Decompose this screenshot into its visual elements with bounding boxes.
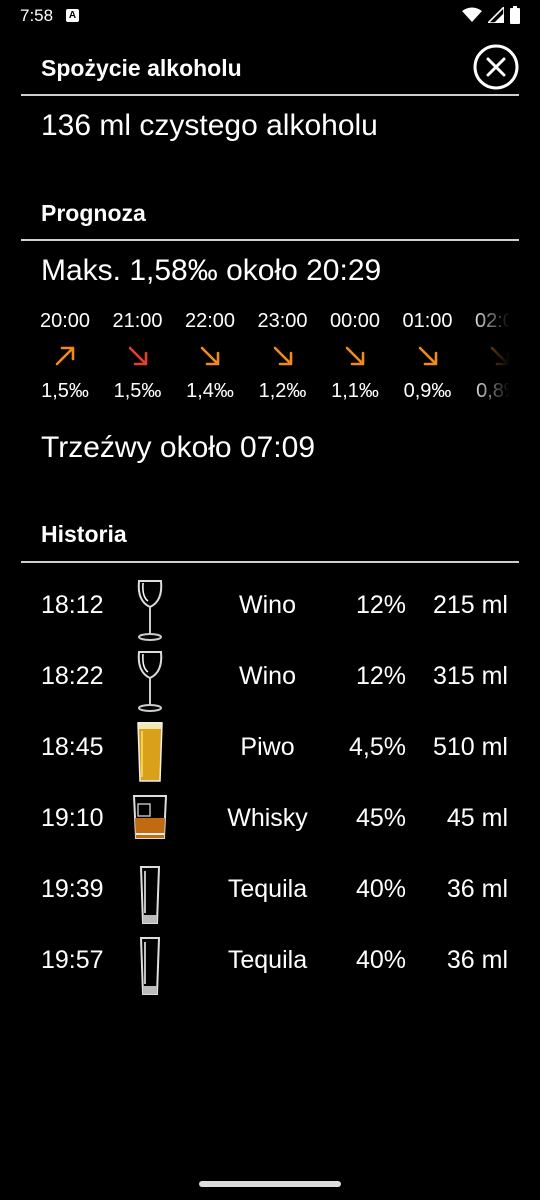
history-row[interactable]: 18:12 Wino 12% 215 ml [0,572,540,642]
history-time: 18:22 [41,662,104,690]
forecast-strip[interactable]: 20:00 1,5‰ 21:00 1,5‰ 22:00 1,4‰ 23:00 1,2‰ 00:0… [0,306,510,416]
history-time: 19:10 [41,804,104,832]
history-row[interactable]: 19:57 Tequila 40% 36 ml [0,927,540,997]
forecast-time: 22:00 [184,310,236,332]
beer-glass-icon [130,719,170,785]
forecast-divider [21,239,519,241]
status-icons [462,6,520,24]
history-volume: 215 ml [432,591,508,619]
wifi-icon [462,7,482,22]
forecast-value: 1,4‰ [186,380,234,402]
history-row[interactable]: 18:45 Piwo 4,5% 510 ml [0,714,540,784]
history-drink-name: Wino [239,591,296,619]
forecast-fade [470,306,510,416]
shot-glass-icon [130,932,170,998]
consumption-text: 136 ml czystego alkoholu [41,109,378,142]
forecast-value: 1,5‰ [113,380,162,402]
status-time: 7:58 [20,6,54,25]
history-volume: 315 ml [432,662,508,690]
forecast-time: 01:00 [402,310,453,332]
history-drink-name: Wino [239,662,296,690]
forecast-time: 23:00 [257,310,308,332]
forecast-value: 1,5‰ [41,380,89,402]
history-drink-name: Whisky [227,804,308,832]
forecast-title: Prognoza [41,200,146,226]
sober-text: Trzeźwy około 07:09 [41,431,316,464]
close-icon [473,44,519,90]
history-drink-name: Piwo [240,733,295,761]
trend-down-arrow-icon [320,336,390,376]
history-time: 18:45 [41,733,104,761]
forecast-time: 00:00 [329,310,381,332]
history-percent: 4,5% [349,733,406,761]
forecast-item: 21:00 1,5‰ [103,306,173,406]
history-drink-name: Tequila [227,875,308,903]
trend-up-arrow-icon [30,336,100,376]
trend-down-arrow-icon [393,336,463,376]
forecast-max-text: Maks. 1,58‰ około 20:29 [41,254,382,287]
header-divider [21,94,519,96]
page-title: Spożycie alkoholu [41,55,242,81]
signal-icon [488,7,504,23]
shot-glass-icon [130,861,170,927]
forecast-item: 22:00 1,4‰ [175,306,245,406]
forecast-value: 0,9‰ [403,380,452,402]
status-bar: 7:58 A [0,0,540,34]
history-row[interactable]: 18:22 Wino 12% 315 ml [0,643,540,713]
history-divider [21,561,519,563]
history-percent: 12% [355,662,406,690]
close-button[interactable] [473,44,519,90]
trend-down-arrow-icon [248,336,318,376]
history-time: 19:57 [41,946,104,974]
history-percent: 40% [355,875,406,903]
history-row[interactable]: 19:10 Whisky 45% 45 ml [0,785,540,855]
forecast-item: 20:00 1,5‰ [30,306,100,406]
forecast-value: 1,2‰ [258,380,307,402]
battery-icon [510,6,520,24]
history-time: 18:12 [41,591,104,619]
wine-glass-icon [130,577,170,643]
home-indicator[interactable] [199,1181,341,1187]
history-volume: 36 ml [446,946,508,974]
history-volume: 36 ml [446,875,508,903]
notification-icon: A [66,9,79,22]
whisky-glass-icon [130,790,170,856]
forecast-time: 21:00 [112,310,163,332]
history-volume: 45 ml [446,804,508,832]
forecast-item: 01:00 0,9‰ [393,306,463,406]
forecast-item: 00:00 1,1‰ [320,306,390,406]
trend-down-arrow-icon [175,336,245,376]
trend-down-arrow-icon [103,336,173,376]
history-volume: 510 ml [432,733,508,761]
history-time: 19:39 [41,875,104,903]
forecast-time: 20:00 [39,310,91,332]
history-percent: 40% [355,946,406,974]
history-percent: 12% [355,591,406,619]
history-drink-name: Tequila [227,946,308,974]
history-title: Historia [41,521,127,547]
history-percent: 45% [355,804,406,832]
wine-glass-icon [130,648,170,714]
history-row[interactable]: 19:39 Tequila 40% 36 ml [0,856,540,926]
forecast-value: 1,1‰ [331,380,379,402]
forecast-item: 23:00 1,2‰ [248,306,318,406]
